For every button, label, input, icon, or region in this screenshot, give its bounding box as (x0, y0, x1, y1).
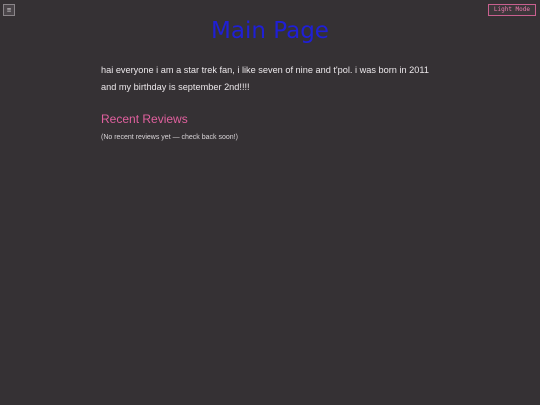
recent-reviews-heading: Recent Reviews (101, 112, 188, 126)
main-content: hai everyone i am a star trek fan, i lik… (101, 62, 446, 143)
page-title: Main Page (211, 18, 329, 44)
intro-text: hai everyone i am a star trek fan, i lik… (101, 65, 429, 92)
menu-icon: ≡ (6, 6, 12, 14)
no-reviews-message: (No recent reviews yet — check back soon… (101, 134, 238, 141)
